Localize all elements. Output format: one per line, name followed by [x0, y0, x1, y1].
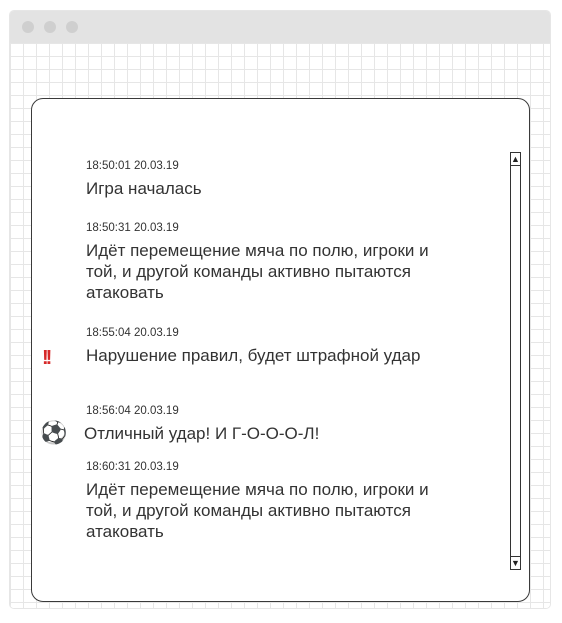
- triangle-up-icon[interactable]: ▲: [511, 153, 520, 165]
- feed-scrollbar[interactable]: ▲ ▼: [510, 152, 521, 570]
- entry-message: Идёт перемещение мяча по полю, игроки и …: [86, 241, 429, 302]
- grid-canvas: 18:50:01 20.03.19 Игра началась 18:50:31…: [10, 43, 550, 608]
- match-event-feed[interactable]: 18:50:01 20.03.19 Игра началась 18:50:31…: [31, 98, 530, 602]
- soccer-ball-icon: ⚽: [40, 420, 68, 445]
- window-close-button[interactable]: [22, 21, 34, 33]
- entry-timestamp: 18:60:31 20.03.19: [86, 461, 179, 473]
- window-maximize-button[interactable]: [66, 21, 78, 33]
- entry-message: Отличный удар! И Г-О-О-О-Л!: [84, 424, 320, 443]
- browser-window: 18:50:01 20.03.19 Игра началась 18:50:31…: [10, 11, 550, 608]
- entry-message: Нарушение правил, будет штрафной удар: [86, 346, 421, 365]
- scrollbar-thumb[interactable]: [511, 165, 520, 557]
- entry-message: Игра началась: [86, 179, 202, 198]
- double-exclamation-icon: !!: [42, 347, 52, 369]
- window-titlebar: [10, 11, 550, 43]
- window-minimize-button[interactable]: [44, 21, 56, 33]
- entry-timestamp: 18:56:04 20.03.19: [86, 405, 179, 417]
- entry-timestamp: 18:50:01 20.03.19: [86, 160, 179, 172]
- triangle-down-icon[interactable]: ▼: [511, 557, 520, 569]
- entry-timestamp: 18:55:04 20.03.19: [86, 327, 179, 339]
- entry-timestamp: 18:50:31 20.03.19: [86, 222, 179, 234]
- entry-message: Идёт перемещение мяча по полю, игроки и …: [86, 480, 429, 541]
